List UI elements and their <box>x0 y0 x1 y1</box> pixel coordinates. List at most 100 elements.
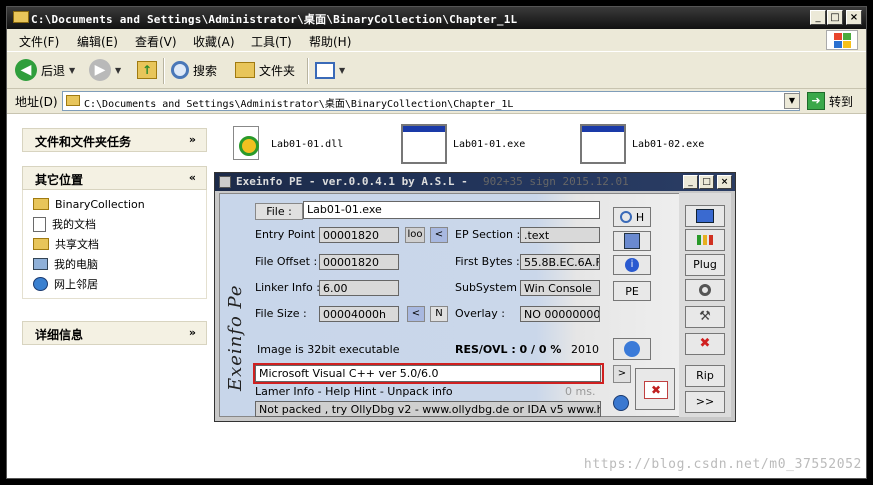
subsystem-field[interactable]: Win Console <box>520 280 600 296</box>
window-icon <box>696 209 714 223</box>
loo-button[interactable]: loo <box>405 227 425 243</box>
options-button[interactable] <box>685 279 725 301</box>
collapse-icon[interactable]: « <box>189 171 196 184</box>
place-my-computer[interactable]: 我的电脑 <box>33 254 196 274</box>
file-offset-label: File Offset : <box>255 255 318 268</box>
title-bar[interactable]: C:\Documents and Settings\Administrator\… <box>7 7 866 29</box>
minimize-button[interactable]: _ <box>810 10 826 25</box>
minimize-button[interactable]: _ <box>683 175 698 189</box>
exe-icon <box>580 124 626 164</box>
gear-icon <box>699 284 711 296</box>
forward-button[interactable]: >> <box>685 391 725 413</box>
menu-edit[interactable]: 编辑(E) <box>77 33 118 50</box>
info-button[interactable]: i <box>613 255 651 275</box>
open-button[interactable] <box>685 205 725 227</box>
stats-button[interactable] <box>685 229 725 251</box>
exeinfo-vertical-logo: Exeinfo Pe <box>225 284 246 391</box>
refresh-button[interactable] <box>613 338 651 360</box>
folders-button[interactable]: 文件夹 <box>235 58 295 82</box>
arrow-right-icon: ▶ <box>89 59 111 81</box>
pe-button[interactable]: PE <box>613 281 651 301</box>
less-button[interactable]: < <box>430 227 448 243</box>
close-button[interactable]: × <box>846 10 862 25</box>
tasks-panel-header[interactable]: 文件和文件夹任务 » <box>22 128 207 152</box>
address-path: C:\Documents and Settings\Administrator\… <box>84 99 514 110</box>
forward-button[interactable]: ▶ ▼ <box>89 58 121 82</box>
address-label: 地址(D) <box>15 95 58 109</box>
views-button[interactable]: ▼ <box>315 58 345 82</box>
ms-label: 0 ms. <box>565 385 596 398</box>
next-button[interactable]: > <box>613 365 631 383</box>
sections-button[interactable] <box>613 231 651 251</box>
globe-icon[interactable] <box>613 395 629 411</box>
other-places-header[interactable]: 其它位置 « <box>22 166 207 190</box>
other-places-panel: 其它位置 « BinaryCollection 我的文档 共享文档 我的电脑 网… <box>22 166 207 299</box>
close-button[interactable]: × <box>717 175 732 189</box>
subsystem-label: SubSystem : <box>455 281 525 294</box>
exeinfo-title-bar[interactable]: Exeinfo PE - ver.0.0.4.1 by A.S.L - 902+… <box>215 173 735 191</box>
search-button[interactable]: 搜索 <box>171 58 217 82</box>
place-my-documents[interactable]: 我的文档 <box>33 214 196 234</box>
place-binarycollection[interactable]: BinaryCollection <box>33 194 196 214</box>
address-input[interactable]: C:\Documents and Settings\Administrator\… <box>62 91 800 111</box>
place-label: 网上邻居 <box>54 278 98 291</box>
search-h-button[interactable]: H <box>613 207 651 227</box>
first-bytes-field[interactable]: 55.8B.EC.6A.FF <box>520 254 600 270</box>
place-label: BinaryCollection <box>55 197 145 211</box>
n-button[interactable]: N <box>430 306 448 322</box>
exit-button[interactable]: ✖ <box>635 368 675 410</box>
h-label: H <box>635 210 645 224</box>
details-panel-header[interactable]: 详细信息 » <box>22 321 207 345</box>
chevron-down-icon: ▼ <box>115 65 122 75</box>
file-field[interactable]: Lab01-01.exe <box>303 201 600 219</box>
details-panel: 详细信息 » <box>22 321 207 345</box>
wrench-icon: ⚒ <box>699 309 711 324</box>
hint-field[interactable]: Not packed , try OllyDbg v2 - www.ollydb… <box>255 401 601 417</box>
file-offset-field[interactable]: 00001820 <box>319 254 399 270</box>
year-label: 2010 <box>571 343 599 356</box>
menu-favorites[interactable]: 收藏(A) <box>193 33 235 50</box>
overlay-field[interactable]: NO 00000000 <box>520 306 600 322</box>
menu-view[interactable]: 查看(V) <box>135 33 177 50</box>
go-arrow-icon: ➜ <box>807 92 825 110</box>
linker-info-field[interactable]: 6.00 <box>319 280 399 296</box>
menu-help[interactable]: 帮助(H) <box>309 33 351 50</box>
go-label: 转到 <box>829 94 854 109</box>
place-network[interactable]: 网上邻居 <box>33 274 196 294</box>
exe-icon <box>401 124 447 164</box>
expand-icon[interactable]: » <box>189 326 196 339</box>
address-dropdown-button[interactable]: ▼ <box>784 93 800 109</box>
sections-icon <box>624 233 640 249</box>
expand-icon[interactable]: » <box>189 133 196 146</box>
rip-button[interactable]: Rip <box>685 365 725 387</box>
menu-file[interactable]: 文件(F) <box>19 33 59 50</box>
go-button[interactable]: ➜ 转到 <box>807 92 853 110</box>
bars-icon <box>697 235 713 245</box>
file-lab01-01-exe[interactable]: Lab01-01.exe <box>401 124 525 164</box>
folder-up-icon: ↑ <box>137 61 157 79</box>
less-button[interactable]: < <box>407 306 425 322</box>
tools-button[interactable]: ⚒ <box>685 306 725 328</box>
kill-button[interactable]: ✖ <box>685 333 725 355</box>
ep-section-field[interactable]: .text <box>520 227 600 243</box>
file-lab01-02-exe[interactable]: Lab01-02.exe <box>580 124 704 164</box>
file-button[interactable]: File : <box>255 203 303 220</box>
place-label: 我的文档 <box>52 218 96 231</box>
documents-icon <box>33 216 46 232</box>
entry-point-field[interactable]: 00001820 <box>319 227 399 243</box>
plug-button[interactable]: Plug <box>685 254 725 276</box>
search-label: 搜索 <box>193 63 218 78</box>
file-name: Lab01-01.dll <box>271 138 344 150</box>
lamer-info[interactable]: Lamer Info - Help Hint - Unpack info <box>255 385 453 398</box>
file-lab01-01-dll[interactable]: Lab01-01.dll <box>229 124 343 164</box>
maximize-button[interactable]: □ <box>699 175 714 189</box>
place-shared-documents[interactable]: 共享文档 <box>33 234 196 254</box>
up-button[interactable]: ↑ <box>137 58 157 82</box>
file-size-field[interactable]: 00004000h <box>319 306 399 322</box>
place-label: 共享文档 <box>55 238 99 251</box>
menu-tools[interactable]: 工具(T) <box>251 33 292 50</box>
back-button[interactable]: ◀ 后退 ▼ <box>15 58 75 82</box>
menu-bar: 文件(F) 编辑(E) 查看(V) 收藏(A) 工具(T) 帮助(H) <box>7 29 866 52</box>
maximize-button[interactable]: □ <box>827 10 843 25</box>
window-title: C:\Documents and Settings\Administrator\… <box>31 13 518 26</box>
